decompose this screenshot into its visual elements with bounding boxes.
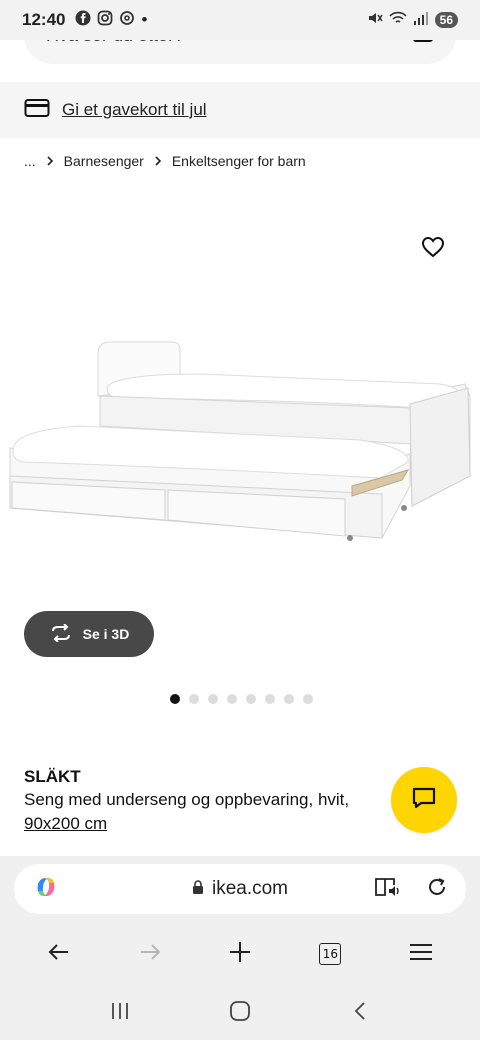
carousel-indicator [170,694,313,704]
hamburger-menu-icon [409,943,433,966]
battery-indicator: 56 [434,12,458,28]
forward-button[interactable] [126,930,174,978]
url-text: ikea.com [211,878,289,899]
instagram-icon [97,10,113,31]
chat-button[interactable] [391,767,457,833]
system-back-button[interactable] [336,993,384,1033]
reload-icon[interactable] [426,876,448,903]
facebook-icon [75,10,91,31]
carousel-dot[interactable] [265,694,275,704]
reader-mode-icon[interactable] [374,875,400,904]
heart-icon [421,236,445,263]
browser-nav-row: 16 [0,930,480,978]
status-bar: 12:40 • 56 [0,0,480,40]
tabs-button[interactable]: 16 [306,930,354,978]
breadcrumb-item-barnesenger[interactable]: Barnesenger [64,153,144,169]
view-in-3d-label: Se i 3D [82,626,130,642]
back-button[interactable] [35,930,83,978]
rotate-3d-icon [49,622,73,645]
recent-apps-icon [110,1002,130,1025]
view-in-3d-button[interactable]: Se i 3D [24,611,154,657]
chevron-left-icon [354,1001,366,1026]
arrow-left-icon [48,943,70,966]
recent-apps-button[interactable] [96,993,144,1033]
arrow-right-icon [139,943,161,966]
copilot-icon[interactable] [32,873,60,906]
gift-card-link[interactable]: Gi et gavekort til jul [62,100,207,120]
menu-button[interactable] [397,930,445,978]
product-description: Seng med underseng og oppbevaring, hvit, [24,790,350,809]
chevron-right-icon [154,153,162,169]
product-size-link[interactable]: 90x200 cm [24,814,107,834]
wifi-icon [389,10,407,31]
status-time: 12:40 [22,10,66,29]
breadcrumb: ... Barnesenger Enkeltsenger for barn [24,153,306,169]
carousel-dot[interactable] [246,694,256,704]
product-name: SLÄKT [24,767,81,786]
threads-icon [119,10,135,31]
lock-icon [192,878,204,900]
tabs-icon: 16 [319,943,342,965]
breadcrumb-ellipsis[interactable]: ... [24,153,36,169]
gift-card-icon [24,98,50,123]
carousel-dot[interactable] [303,694,313,704]
carousel-dot[interactable] [189,694,199,704]
tab-count: 16 [322,947,338,961]
plus-icon [229,941,251,968]
carousel-dot[interactable] [284,694,294,704]
home-button[interactable] [216,993,264,1033]
home-icon [229,1000,251,1027]
signal-icon [413,10,429,31]
carousel-dot[interactable] [227,694,237,704]
gift-card-banner[interactable]: Gi et gavekort til jul [0,82,480,138]
carousel-dot[interactable] [208,694,218,704]
carousel-dot[interactable] [170,694,180,704]
chevron-right-icon [46,153,54,169]
notification-dot: • [141,10,148,29]
favorite-button[interactable] [418,234,448,264]
breadcrumb-item-enkeltsenger[interactable]: Enkeltsenger for barn [172,153,306,169]
system-navigation [0,990,480,1036]
new-tab-button[interactable] [216,930,264,978]
chat-icon [411,786,437,815]
address-bar[interactable]: ikea.com [14,864,466,914]
mute-icon [367,10,383,31]
